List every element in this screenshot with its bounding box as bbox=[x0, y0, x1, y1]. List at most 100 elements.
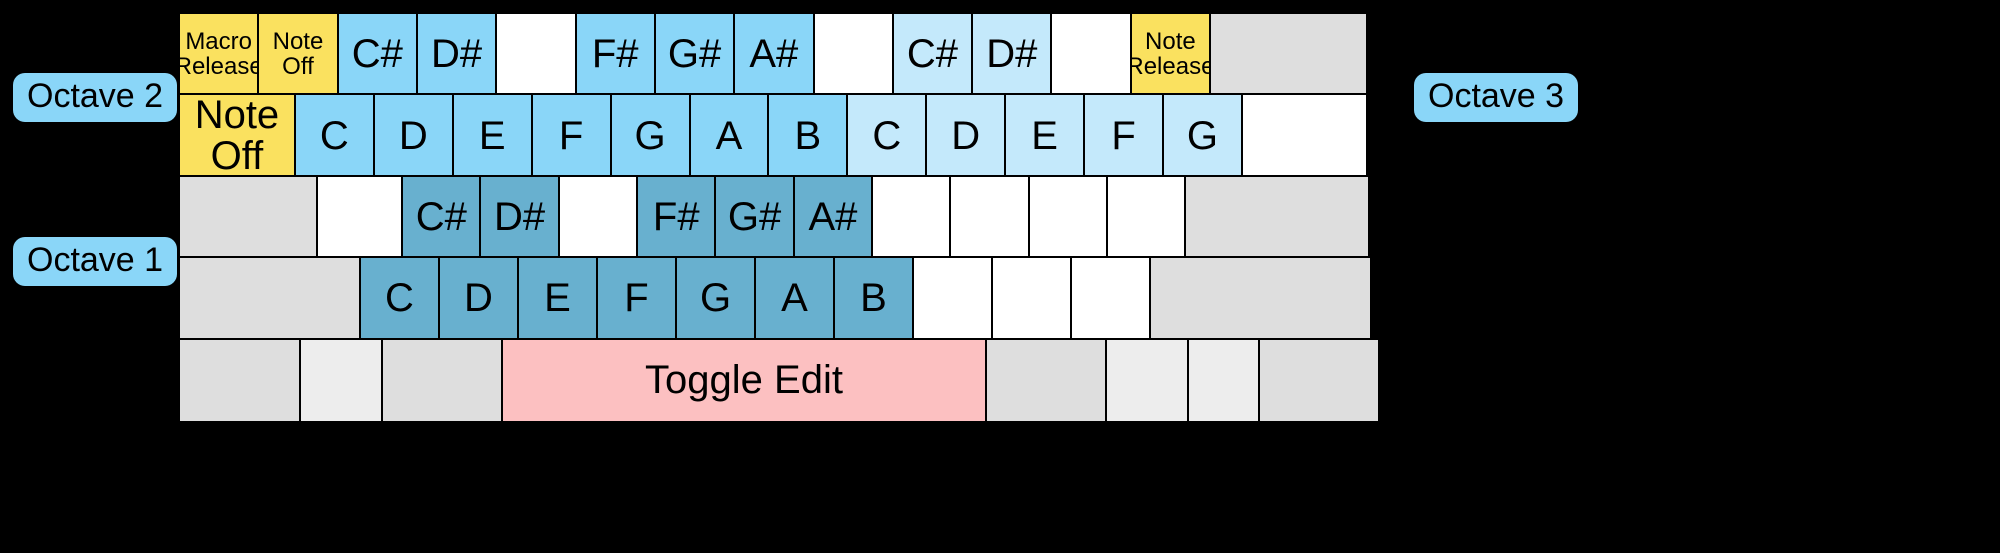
key-space-row-2-blank bbox=[381, 337, 503, 423]
key-bottom-letter-row-8-blank bbox=[912, 256, 993, 342]
key-label: B bbox=[860, 276, 887, 321]
key-top-letter-row-3-e[interactable]: E bbox=[451, 93, 533, 179]
key-home-row-1-blank bbox=[315, 174, 404, 261]
key-space-row-4-blank bbox=[985, 337, 1107, 423]
key-bottom-letter-row-3-e[interactable]: E bbox=[517, 256, 598, 342]
key-label: G bbox=[1186, 113, 1219, 158]
key-label-line: Release bbox=[1129, 52, 1212, 80]
key-number-row-0-macro-release[interactable]: Macro Release bbox=[178, 12, 260, 98]
key-label-line: Macro bbox=[185, 28, 252, 56]
key-label: Macro Release bbox=[180, 28, 257, 79]
key-bottom-letter-row-7-b[interactable]: B bbox=[833, 256, 914, 342]
key-home-row-8-blank bbox=[871, 174, 952, 261]
octave-2-label: Octave 2 bbox=[13, 73, 178, 122]
key-top-letter-row-13-blank bbox=[1240, 93, 1368, 179]
key-space-row-7-blank bbox=[1258, 337, 1380, 423]
key-label: D# bbox=[494, 195, 546, 240]
key-top-letter-row-12-g[interactable]: G bbox=[1162, 93, 1243, 179]
key-bottom-letter-row-6-a[interactable]: A bbox=[754, 256, 835, 342]
key-label: G# bbox=[667, 32, 722, 77]
key-top-letter-row-10-e[interactable]: E bbox=[1004, 93, 1086, 179]
key-label: A bbox=[715, 113, 743, 158]
key-number-row-9-csharp[interactable]: C# bbox=[891, 12, 974, 98]
key-number-row-10-dsharp[interactable]: D# bbox=[971, 12, 1053, 98]
key-label: F bbox=[624, 276, 649, 321]
key-label: C bbox=[385, 276, 414, 321]
key-home-row-9-blank bbox=[949, 174, 1030, 261]
key-label: Note Off bbox=[272, 28, 324, 79]
key-label: E bbox=[1031, 113, 1058, 158]
key-bottom-letter-row-2-d[interactable]: D bbox=[438, 256, 519, 342]
keyboard-row-number-row: Macro Release Note Off C# D# F# G# A# C# D# Note Rel… bbox=[178, 12, 1394, 98]
key-number-row-12-note-release[interactable]: Note Release bbox=[1129, 12, 1212, 98]
key-number-row-3-dsharp[interactable]: D# bbox=[415, 12, 498, 98]
key-label: D# bbox=[431, 32, 483, 77]
key-label: D bbox=[464, 276, 493, 321]
key-home-row-6-gsharp[interactable]: G# bbox=[714, 174, 795, 261]
key-bottom-letter-row-0-blank bbox=[178, 256, 361, 342]
key-number-row-2-csharp[interactable]: C# bbox=[336, 12, 418, 98]
key-top-letter-row-7-b[interactable]: B bbox=[767, 93, 849, 179]
key-label: E bbox=[478, 113, 506, 158]
key-space-row-1-blank bbox=[299, 337, 383, 423]
key-label: D bbox=[398, 113, 428, 158]
key-number-row-6-gsharp[interactable]: G# bbox=[653, 12, 736, 98]
key-top-letter-row-0-note-off[interactable]: Note Off bbox=[178, 93, 296, 179]
key-bottom-letter-row-1-c[interactable]: C bbox=[359, 256, 440, 342]
key-label: Note Off bbox=[194, 93, 280, 179]
key-label: G# bbox=[727, 195, 782, 240]
key-bottom-letter-row-10-blank bbox=[1070, 256, 1151, 342]
key-label: Toggle Edit bbox=[645, 357, 843, 402]
key-space-row-5-blank bbox=[1105, 337, 1189, 423]
key-bottom-letter-row-4-f[interactable]: F bbox=[596, 256, 677, 342]
key-label: E bbox=[544, 276, 571, 321]
keyboard-mapping-diagram: Macro Release Note Off C# D# F# G# A# C# D# Note Rel… bbox=[0, 0, 2000, 553]
key-label: F# bbox=[652, 195, 700, 240]
key-label: C bbox=[319, 113, 349, 158]
key-home-row-7-asharp[interactable]: A# bbox=[792, 174, 874, 261]
key-space-row-3-toggle-edit[interactable]: Toggle Edit bbox=[501, 337, 987, 423]
key-label-line: Note bbox=[194, 93, 280, 138]
key-label: D bbox=[951, 113, 981, 158]
keyboard-row-bottom-letter-row: C D E F GAB bbox=[178, 256, 1394, 342]
octave-3-label: Octave 3 bbox=[1414, 73, 1579, 122]
key-label: C# bbox=[906, 32, 959, 77]
key-number-row-1-note-off[interactable]: Note Off bbox=[257, 12, 339, 98]
key-bottom-letter-row-5-g[interactable]: G bbox=[675, 256, 756, 342]
key-top-letter-row-2-d[interactable]: D bbox=[372, 93, 454, 179]
key-number-row-5-fsharp[interactable]: F# bbox=[574, 12, 656, 98]
key-number-row-4-blank bbox=[495, 12, 577, 98]
key-top-letter-row-11-f[interactable]: F bbox=[1083, 93, 1165, 179]
key-number-row-7-asharp[interactable]: A# bbox=[733, 12, 815, 98]
key-home-row-4-blank bbox=[557, 174, 639, 261]
key-top-letter-row-6-a[interactable]: A bbox=[688, 93, 770, 179]
key-label-line: Off bbox=[210, 134, 264, 179]
key-home-row-3-dsharp[interactable]: D# bbox=[479, 174, 560, 261]
key-bottom-letter-row-11-blank bbox=[1149, 256, 1372, 342]
key-label: C# bbox=[351, 32, 403, 77]
key-top-letter-row-9-d[interactable]: D bbox=[925, 93, 1007, 179]
key-label: C# bbox=[415, 195, 467, 240]
key-top-letter-row-4-f[interactable]: F bbox=[530, 93, 612, 179]
key-number-row-8-blank bbox=[812, 12, 894, 98]
key-home-row-10-blank bbox=[1027, 174, 1109, 261]
key-home-row-2-csharp[interactable]: C# bbox=[401, 174, 482, 261]
key-label: F bbox=[1111, 113, 1136, 158]
key-number-row-11-blank bbox=[1050, 12, 1132, 98]
key-label: G bbox=[634, 113, 666, 158]
key-home-row-0-blank bbox=[178, 174, 318, 261]
key-top-letter-row-5-g[interactable]: G bbox=[609, 93, 691, 179]
key-label-line: Note bbox=[272, 28, 324, 56]
key-label: G bbox=[699, 276, 732, 321]
keyboard-row-top-letter-row: Note Off C D E F G A B C D E F G bbox=[178, 93, 1394, 179]
keyboard-row-space-row: Toggle Edit bbox=[178, 337, 1394, 423]
key-home-row-5-fsharp[interactable]: F# bbox=[636, 174, 717, 261]
key-label-line: Note bbox=[1145, 28, 1196, 56]
octave-1-label: Octave 1 bbox=[13, 237, 178, 286]
key-label: Note Release bbox=[1129, 28, 1212, 80]
key-home-row-12-blank bbox=[1184, 174, 1370, 261]
key-label: F bbox=[558, 113, 584, 158]
key-top-letter-row-1-c[interactable]: C bbox=[293, 93, 375, 179]
key-space-row-0-blank bbox=[178, 337, 301, 423]
key-top-letter-row-8-c[interactable]: C bbox=[846, 93, 928, 179]
